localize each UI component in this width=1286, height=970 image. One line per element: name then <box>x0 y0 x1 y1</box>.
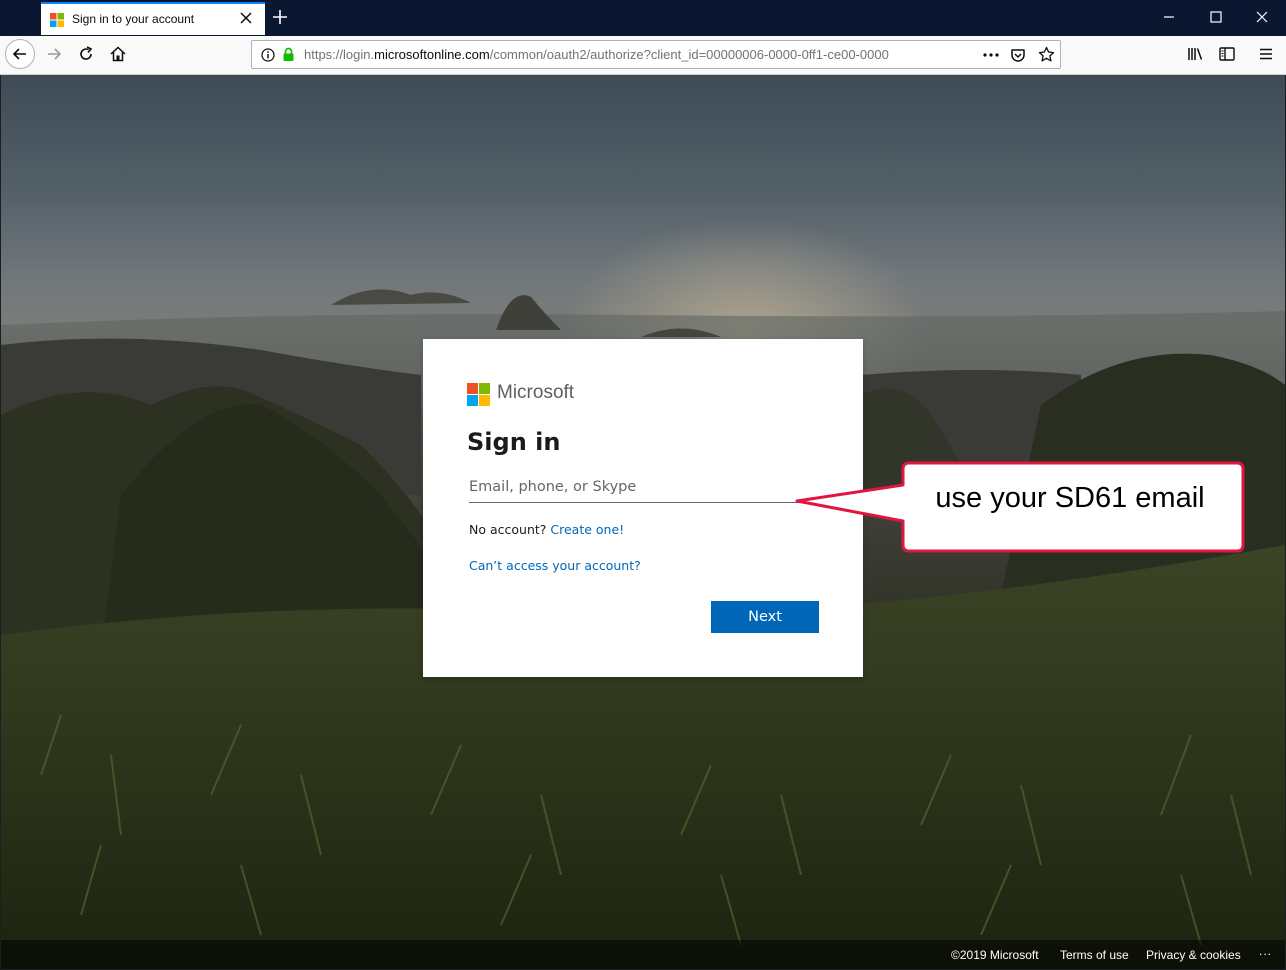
sidebar-icon[interactable] <box>1218 45 1236 63</box>
menu-icon[interactable] <box>1257 45 1275 63</box>
url-scheme: https://login. <box>304 47 375 62</box>
browser-navbar: https://login.microsoftonline.com/common… <box>0 36 1286 75</box>
back-arrow-icon <box>12 48 26 60</box>
reload-icon[interactable] <box>77 45 95 63</box>
maximize-icon[interactable] <box>1209 10 1223 24</box>
footer-terms-link[interactable]: Terms of use <box>1060 948 1129 962</box>
create-account-link[interactable]: Create one! <box>550 522 624 537</box>
callout-text: use your SD61 email <box>935 482 1205 514</box>
window-close-icon[interactable] <box>1255 10 1269 24</box>
page-footer: ©2019 Microsoft Terms of use Privacy & c… <box>1 940 1285 969</box>
browser-titlebar: Sign in to your account <box>0 0 1286 36</box>
url-domain: microsoftonline.com <box>374 47 490 62</box>
lock-icon[interactable] <box>282 47 295 62</box>
plus-icon[interactable] <box>271 8 289 26</box>
url-bar[interactable]: https://login.microsoftonline.com/common… <box>251 40 1061 69</box>
footer-more-button[interactable]: ... <box>1259 944 1272 958</box>
back-button[interactable] <box>5 39 35 69</box>
email-field[interactable] <box>469 472 817 503</box>
microsoft-logo-icon <box>467 383 490 406</box>
no-account-label: No account? <box>469 522 547 537</box>
brand-name: Microsoft <box>497 382 575 403</box>
tab-title: Sign in to your account <box>72 12 195 26</box>
cant-access-link[interactable]: Can’t access your account? <box>469 558 641 573</box>
star-icon[interactable] <box>1038 46 1055 63</box>
pocket-icon[interactable] <box>1010 47 1026 63</box>
footer-copyright: ©2019 Microsoft <box>951 948 1039 962</box>
next-button[interactable]: Next <box>711 601 819 633</box>
page-title: Sign in <box>467 428 561 456</box>
browser-tab[interactable]: Sign in to your account <box>41 2 265 35</box>
close-icon[interactable] <box>239 11 253 25</box>
minimize-icon[interactable] <box>1162 10 1176 24</box>
more-icon[interactable] <box>982 52 1000 58</box>
page-background: Microsoft Sign in No account? Create one… <box>1 75 1285 969</box>
microsoft-favicon <box>50 13 64 27</box>
url-text[interactable]: https://login.microsoftonline.com/common… <box>304 47 948 62</box>
footer-privacy-link[interactable]: Privacy & cookies <box>1146 948 1241 962</box>
forward-arrow-icon[interactable] <box>45 45 63 63</box>
library-icon[interactable] <box>1186 45 1204 63</box>
home-icon[interactable] <box>109 45 127 63</box>
no-account-row: No account? Create one! <box>469 522 624 537</box>
url-path: /common/oauth2/authorize?client_id=00000… <box>489 47 889 62</box>
info-icon[interactable] <box>261 48 275 62</box>
